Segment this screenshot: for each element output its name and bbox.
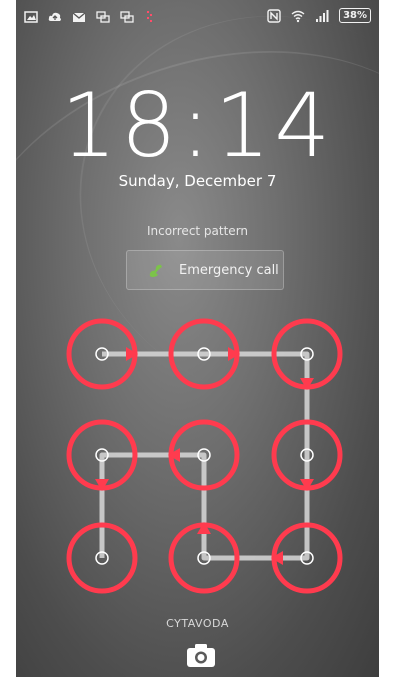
pattern-arrow-3 [300, 378, 314, 390]
emergency-call-button[interactable]: Emergency call [126, 250, 284, 290]
emergency-call-label: Emergency call [179, 262, 279, 278]
carrier-name: CYTAVODA [166, 617, 229, 630]
pattern-arrow-2 [228, 347, 240, 361]
pattern-ring-3 [271, 318, 343, 390]
pattern-grid[interactable] [16, 0, 379, 677]
camera-icon[interactable] [186, 642, 216, 668]
lock-screen: 38% 18:14 Sunday, December 7 Incorrect p… [16, 0, 379, 677]
pattern-dot-3[interactable] [300, 347, 314, 361]
pattern-dot-2[interactable] [197, 347, 211, 361]
pattern-ring-2 [168, 318, 240, 390]
phone-icon [149, 264, 162, 278]
